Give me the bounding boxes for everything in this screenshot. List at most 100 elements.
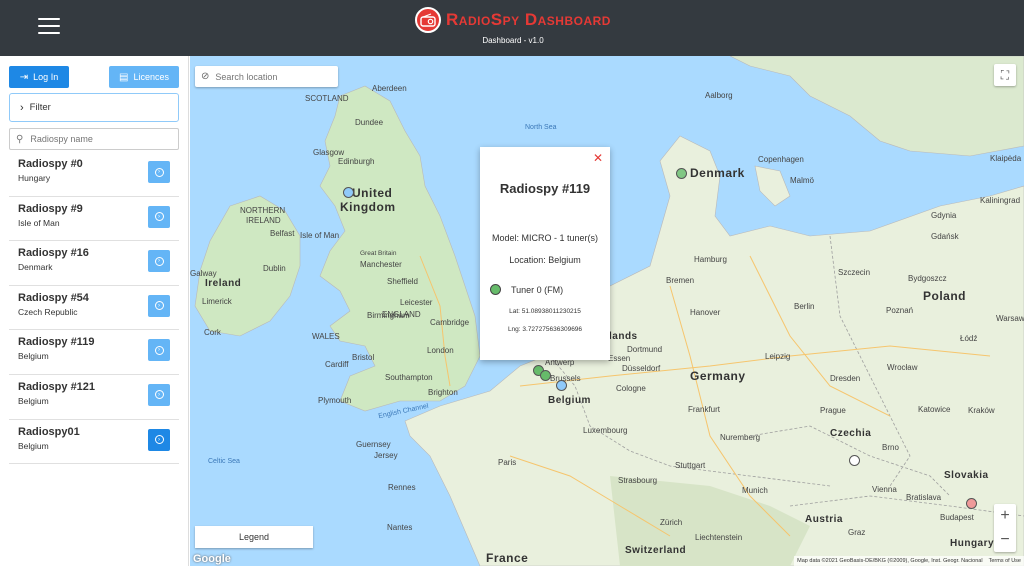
list-item[interactable]: Radiospy01 Belgium › xyxy=(9,420,179,465)
map-label: Bremen xyxy=(666,276,695,285)
go-to-button[interactable]: › xyxy=(148,205,170,228)
arrow-circle-right-icon: › xyxy=(154,212,164,222)
map-label: Copenhagen xyxy=(758,155,804,164)
terms-link[interactable]: Terms of Use xyxy=(989,558,1021,564)
map-view[interactable]: North Sea Celtic Sea English Channel Uni… xyxy=(190,56,1024,566)
hamburger-menu-icon[interactable] xyxy=(38,18,60,36)
licences-label: Licences xyxy=(133,72,169,82)
map-label: Frankfurt xyxy=(688,405,721,414)
country-label: Denmark xyxy=(690,166,745,180)
map-label: Gdańsk xyxy=(931,232,959,241)
item-country: Belgium xyxy=(18,351,49,362)
arrow-circle-right-icon: › xyxy=(154,167,164,177)
list-item[interactable]: Radiospy #16 Denmark › xyxy=(9,241,179,286)
map-label: Cardiff xyxy=(325,360,349,369)
country-label: Ireland xyxy=(205,278,242,289)
go-to-button[interactable]: › xyxy=(148,383,170,406)
popup-location: Location: Belgium xyxy=(509,255,581,265)
map-label: Kraków xyxy=(968,406,995,415)
list-item[interactable]: Radiospy #121 Belgium › xyxy=(9,375,179,420)
google-logo: Google xyxy=(193,553,231,565)
login-button[interactable]: ⇥ Log In xyxy=(9,66,69,88)
map-label: Dublin xyxy=(263,264,286,273)
map-label: Bristol xyxy=(352,353,375,362)
close-icon[interactable]: ✕ xyxy=(593,151,603,165)
country-label: France xyxy=(486,551,529,565)
item-country: Hungary xyxy=(18,173,51,183)
app-title: RadioSpy Dashboard xyxy=(446,10,611,29)
zoom-control: + − xyxy=(994,504,1016,552)
map-label: Berlin xyxy=(794,302,815,311)
tuner-status-icon xyxy=(490,284,501,295)
map-label: Dundee xyxy=(355,118,384,127)
map-label: Munich xyxy=(742,486,768,495)
location-search-input[interactable] xyxy=(213,70,328,83)
licences-button[interactable]: ▤ Licences xyxy=(109,66,179,88)
map-label: Nuremberg xyxy=(720,433,761,442)
map-label: Hamburg xyxy=(694,255,727,264)
map-label: Warsaw xyxy=(996,314,1024,323)
fullscreen-icon[interactable]: ⛶ xyxy=(994,64,1016,86)
map-label: Stuttgart xyxy=(675,461,706,470)
country-label: Switzerland xyxy=(625,545,687,556)
list-item[interactable]: Radiospy #9 Isle of Man › xyxy=(9,197,179,242)
map-label: Budapest xyxy=(940,513,974,522)
map-label: Isle of Man xyxy=(300,231,340,240)
map-label: Galway xyxy=(190,269,217,278)
map-label: IRELAND xyxy=(246,216,281,225)
compass-icon: ⊘ xyxy=(201,71,210,82)
radiospy-search-input[interactable] xyxy=(28,133,173,145)
arrow-circle-right-icon: › xyxy=(154,390,164,400)
map-label: Plymouth xyxy=(318,396,352,405)
map-label: Graz xyxy=(848,528,866,537)
list-item[interactable]: Radiospy #54 Czech Republic › xyxy=(9,286,179,331)
radiospy-list: Radiospy #0 Hungary › Radiospy #9 Isle o… xyxy=(9,152,179,465)
map-label: Essen xyxy=(608,354,631,363)
country-label: lands xyxy=(609,331,638,342)
country-label: United xyxy=(352,186,393,200)
item-name: Radiospy #0 xyxy=(18,158,83,170)
filter-toggle[interactable]: › Filter xyxy=(9,93,179,122)
item-name: Radiospy #54 xyxy=(18,291,89,304)
map-attribution: Map data ©2021 GeoBasis-DE/BKG (©2009), … xyxy=(794,556,1024,566)
item-name: Radiospy01 xyxy=(18,425,80,438)
radiospy-marker[interactable] xyxy=(849,455,860,466)
arrow-circle-right-icon: › xyxy=(154,301,164,311)
country-label: Germany xyxy=(690,369,746,383)
attribution-text: Map data ©2021 GeoBasis-DE/BKG (©2009), … xyxy=(797,558,983,564)
zoom-out-button[interactable]: − xyxy=(994,528,1016,552)
radiospy-marker[interactable] xyxy=(540,370,551,381)
legend-button[interactable]: Legend xyxy=(195,526,313,548)
arrow-circle-right-icon: › xyxy=(154,345,164,355)
go-to-button[interactable]: › xyxy=(148,428,170,451)
map-label: ENGLAND xyxy=(382,310,421,319)
map-label: Dresden xyxy=(830,374,861,383)
map-label: Edinburgh xyxy=(338,157,375,166)
map-label: Kaliningrad xyxy=(980,196,1021,205)
go-to-button[interactable]: › xyxy=(148,339,170,362)
go-to-button[interactable]: › xyxy=(148,250,170,273)
country-label: Slovakia xyxy=(944,470,989,481)
list-item[interactable]: Radiospy #0 Hungary › xyxy=(9,152,179,197)
map-label: Guernsey xyxy=(356,440,391,449)
go-to-button[interactable]: › xyxy=(148,161,170,183)
map-label: Dortmund xyxy=(627,345,663,354)
tuner-label: Tuner 0 (FM) xyxy=(511,284,564,295)
country-label: Poland xyxy=(923,289,967,303)
country-label: Austria xyxy=(805,514,843,525)
item-name: Radiospy #9 xyxy=(18,202,83,215)
country-label: Belgium xyxy=(548,395,591,406)
zoom-in-button[interactable]: + xyxy=(994,504,1016,528)
radiospy-marker[interactable] xyxy=(966,498,977,509)
radiospy-marker[interactable] xyxy=(343,187,354,198)
radiospy-marker[interactable] xyxy=(676,168,687,179)
map-label: Limerick xyxy=(202,297,232,306)
item-country: Belgium xyxy=(18,395,49,406)
filter-label: Filter xyxy=(29,102,51,113)
list-item[interactable]: Radiospy #119 Belgium › xyxy=(9,330,179,375)
map-label: Manchester xyxy=(360,260,402,269)
map-label: Katowice xyxy=(918,405,951,414)
go-to-button[interactable]: › xyxy=(148,294,170,317)
location-search: ⊘ xyxy=(195,66,338,87)
radiospy-marker[interactable] xyxy=(556,380,567,391)
